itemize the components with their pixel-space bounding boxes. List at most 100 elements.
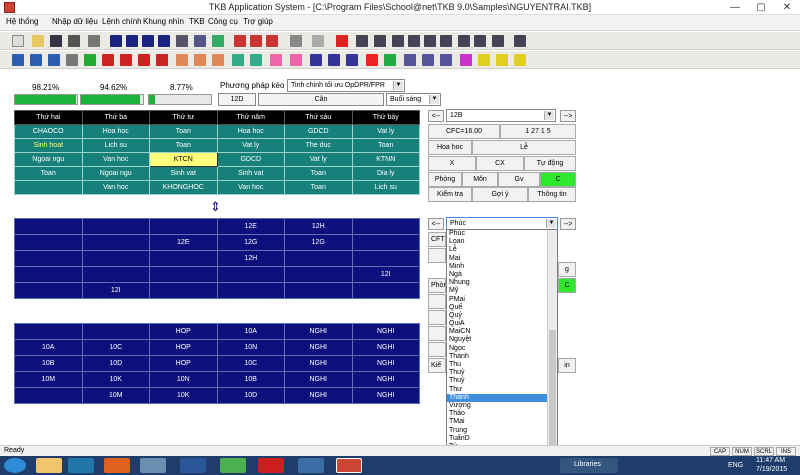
save-icon[interactable]	[50, 35, 62, 47]
class-edit-icon[interactable]	[250, 35, 262, 47]
grid-cell[interactable]: 12E	[149, 234, 218, 251]
star2-icon[interactable]	[496, 54, 508, 66]
timetable-cell[interactable]: Toan	[284, 180, 353, 195]
dropdown-option[interactable]: Nhung	[447, 279, 557, 287]
dropdown-option[interactable]: Mai	[447, 255, 557, 263]
grid-cell[interactable]: HOP	[149, 339, 218, 356]
grid-cell[interactable]: 10A	[14, 339, 83, 356]
table5-icon[interactable]	[458, 35, 470, 47]
grid-cell[interactable]: HOP	[149, 323, 218, 340]
dropdown-option[interactable]: Thanh	[447, 353, 557, 361]
grid-cell[interactable]	[14, 387, 83, 404]
grid-cell[interactable]	[14, 250, 83, 267]
table3-icon[interactable]	[424, 35, 436, 47]
grid-cell[interactable]	[149, 282, 218, 299]
timetable-cell[interactable]: Van hoc	[81, 180, 150, 195]
cx-button[interactable]: CX	[476, 156, 524, 171]
lock-icon[interactable]	[366, 54, 378, 66]
add-icon[interactable]	[84, 54, 96, 66]
grid-cell[interactable]: 10N	[216, 339, 285, 356]
grid-cell[interactable]: NGHI	[351, 355, 420, 372]
prev-class-button[interactable]: <--	[428, 110, 444, 122]
grid-cell[interactable]: 10N	[149, 371, 218, 388]
grid-cell[interactable]: 10D	[216, 387, 285, 404]
grid-cell[interactable]: 12I	[81, 282, 150, 299]
grid-cell[interactable]: 10K	[149, 387, 218, 404]
dropdown-option[interactable]: Thu	[447, 361, 557, 369]
dropdown-option[interactable]: Phúc	[447, 230, 557, 238]
list3-icon[interactable]	[48, 54, 60, 66]
next-class-button[interactable]: -->	[560, 110, 576, 122]
unlock-icon[interactable]	[384, 54, 396, 66]
menu-main-commands[interactable]: Lệnh chính	[102, 17, 142, 26]
grid-class-icon[interactable]	[126, 35, 138, 47]
room-edit-icon[interactable]	[266, 35, 278, 47]
grid-cell[interactable]: 10D	[81, 355, 150, 372]
c-status-badge[interactable]: C	[540, 172, 576, 187]
skype-icon[interactable]	[298, 458, 324, 473]
grid-cell[interactable]: 10C	[81, 339, 150, 356]
dropdown-option[interactable]: Thành	[447, 393, 557, 402]
lower-c-badge[interactable]: C	[558, 278, 576, 293]
star-icon[interactable]	[478, 54, 490, 66]
grid-cell[interactable]: 10B	[216, 371, 285, 388]
class-field[interactable]: 12D	[218, 93, 256, 106]
grid-cell[interactable]: 10K	[81, 371, 150, 388]
table4-icon[interactable]	[440, 35, 452, 47]
room-icon[interactable]	[212, 54, 224, 66]
teacher-icon[interactable]	[176, 54, 188, 66]
grid-cell[interactable]: NGHI	[284, 323, 353, 340]
maximize-button[interactable]: ▢	[748, 0, 774, 15]
grid-cell[interactable]	[14, 282, 83, 299]
class-icon[interactable]	[194, 54, 206, 66]
menu-data-input[interactable]: Nhập dữ liệu	[52, 17, 98, 26]
lower-info-button[interactable]: in	[558, 358, 576, 373]
prev-teacher-button[interactable]: <--	[428, 218, 444, 230]
grid-teacher-icon[interactable]	[142, 35, 154, 47]
dropdown-option[interactable]: QuiA	[447, 320, 557, 328]
menu-system[interactable]: Hệ thống	[6, 17, 38, 26]
dropdown-option[interactable]: Trung	[447, 427, 557, 435]
timetable-cell[interactable]: Toan	[149, 124, 218, 139]
grid-cell[interactable]	[81, 250, 150, 267]
dropdown-option[interactable]: MaiCN	[447, 328, 557, 336]
timetable-cell[interactable]: GDCD	[216, 152, 285, 167]
grid-cell[interactable]	[149, 266, 218, 283]
view2-icon[interactable]	[422, 54, 434, 66]
timetable-cell[interactable]: Van hoc	[216, 180, 285, 195]
grid-cell[interactable]: HOP	[149, 355, 218, 372]
sort-icon[interactable]	[310, 54, 322, 66]
check-icon[interactable]	[232, 54, 244, 66]
table7-icon[interactable]	[492, 35, 504, 47]
grid-cell[interactable]	[81, 234, 150, 251]
swap-arrow-icon[interactable]: ⇕	[210, 199, 221, 215]
timetable-cell[interactable]: CHAOCO	[14, 124, 83, 139]
grid-cell[interactable]: 10M	[14, 371, 83, 388]
table-icon[interactable]	[392, 35, 404, 47]
timetable-cell[interactable]: KHONGHOC	[149, 180, 218, 195]
grid-cell[interactable]	[351, 250, 420, 267]
subject-field[interactable]: Cân	[258, 93, 384, 106]
check2-icon[interactable]	[250, 54, 262, 66]
grid-cell[interactable]: 12G	[284, 234, 353, 251]
start-icon[interactable]	[4, 458, 26, 473]
grid-cell[interactable]: 10B	[14, 355, 83, 372]
timetable-cell[interactable]: KTCN	[149, 152, 218, 167]
timetable-cell[interactable]: Vat ly	[351, 124, 420, 139]
grid-cell[interactable]	[149, 218, 218, 235]
timetable-cell[interactable]: Lich su	[351, 180, 420, 195]
subject-tab[interactable]: Môn	[462, 172, 498, 187]
timetable-cell[interactable]: Toan	[14, 166, 83, 181]
method-select[interactable]: Tinh chinh tối ưu OpDPR/FPR ▼	[287, 79, 405, 92]
redo-icon[interactable]	[312, 35, 324, 47]
grid-cell[interactable]: 12E	[216, 218, 285, 235]
fast-forward-icon[interactable]	[336, 35, 348, 47]
language-indicator[interactable]: ENG	[728, 462, 743, 469]
menu-tkb[interactable]: TKB	[189, 17, 205, 26]
arrow-right-icon[interactable]	[120, 54, 132, 66]
firefox-icon[interactable]	[104, 458, 130, 473]
grid-cell[interactable]	[216, 266, 285, 283]
grid-cell[interactable]: NGHI	[351, 371, 420, 388]
timetable-cell[interactable]: Sinh vat	[149, 166, 218, 181]
new-icon[interactable]	[12, 35, 24, 47]
